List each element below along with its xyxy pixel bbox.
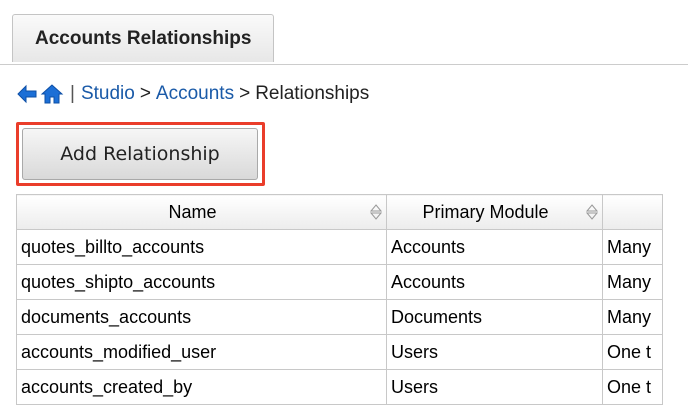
cell-primary-module: Users [386,369,603,405]
sort-icon[interactable] [586,204,598,220]
breadcrumb-current: Relationships [255,83,370,104]
table-row[interactable]: accounts_created_by Users One t [16,369,663,405]
breadcrumb-accounts-link[interactable]: Accounts [156,80,234,108]
cell-type: One t [602,369,663,405]
breadcrumb-separator: | [70,83,75,104]
cell-primary-module: Users [386,334,603,370]
sort-icon[interactable] [370,204,382,220]
column-header-type[interactable] [602,194,663,230]
breadcrumb-studio-link[interactable]: Studio [81,80,135,108]
relationships-table: Name Primary Module quotes_billto_accoun… [16,194,663,405]
breadcrumb-arrow: > [239,83,251,104]
table-row[interactable]: quotes_billto_accounts Accounts Many [16,229,663,265]
cell-primary-module: Accounts [386,229,603,265]
tab-accounts-relationships[interactable]: Accounts Relationships [12,14,275,62]
cell-name[interactable]: quotes_billto_accounts [16,229,387,265]
cell-name[interactable]: accounts_modified_user [16,334,387,370]
cell-name[interactable]: quotes_shipto_accounts [16,264,387,300]
cell-name[interactable]: accounts_created_by [16,369,387,405]
cell-primary-module: Documents [386,299,603,335]
column-header-primary-module[interactable]: Primary Module [386,194,603,230]
column-header-label: Primary Module [422,201,549,222]
cell-type: Many [602,299,663,335]
back-arrow-icon[interactable] [16,84,38,104]
table-row[interactable]: documents_accounts Documents Many [16,299,663,335]
table-row[interactable]: accounts_modified_user Users One t [16,334,663,370]
cell-type: Many [602,264,663,300]
cell-name[interactable]: documents_accounts [16,299,387,335]
breadcrumb: | Studio > Accounts > Relationships [16,80,369,108]
column-header-name[interactable]: Name [16,194,387,230]
cell-type: One t [602,334,663,370]
home-icon[interactable] [40,83,64,105]
breadcrumb-arrow: > [139,83,151,104]
add-relationship-button[interactable]: Add Relationship [22,128,258,180]
column-header-label: Name [168,201,217,222]
table-row[interactable]: quotes_shipto_accounts Accounts Many [16,264,663,300]
table-header-row: Name Primary Module [16,194,663,230]
cell-type: Many [602,229,663,265]
tab-bar: Accounts Relationships [0,14,688,65]
cell-primary-module: Accounts [386,264,603,300]
